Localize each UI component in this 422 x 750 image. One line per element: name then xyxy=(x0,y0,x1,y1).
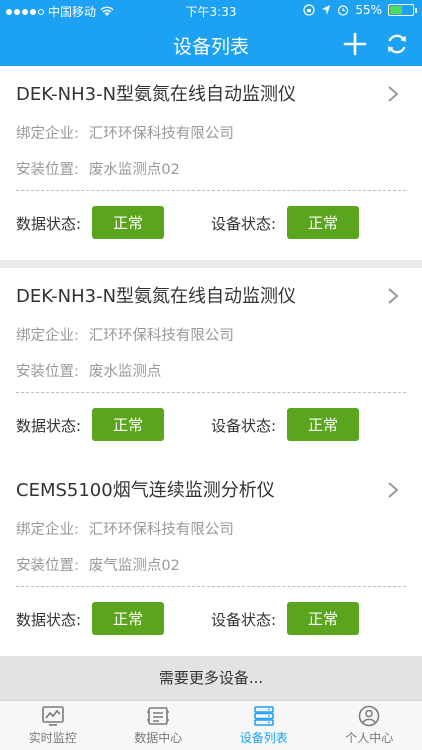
device-status-label: 设备状态: xyxy=(211,417,277,435)
divider xyxy=(16,586,406,587)
tab-label: 数据中心 xyxy=(134,731,183,745)
more-devices-button[interactable]: 需要更多设备... xyxy=(0,656,422,700)
data-status-label: 数据状态: xyxy=(16,215,82,233)
location-row: 安装位置: 废气监测点02 xyxy=(16,554,180,575)
divider xyxy=(16,392,406,393)
location-label: 安装位置: xyxy=(16,558,79,574)
app-header: 中国移动 下午3:33 55% 设备列表 xyxy=(0,0,422,66)
status-bar: 中国移动 下午3:33 55% xyxy=(0,0,422,22)
battery-icon xyxy=(388,4,417,16)
tab-label: 实时监控 xyxy=(28,731,77,745)
battery-percent: 55% xyxy=(355,3,382,17)
company-value: 汇环环保科技有限公司 xyxy=(88,328,234,344)
company-row: 绑定企业: 汇环环保科技有限公司 xyxy=(16,518,234,539)
tab-data-center[interactable]: 数据中心 xyxy=(106,701,212,750)
data-center-icon xyxy=(147,707,170,725)
device-status-badge: 正常 xyxy=(287,408,359,441)
company-label: 绑定企业: xyxy=(16,328,79,344)
divider xyxy=(16,190,406,191)
alarm-icon xyxy=(338,5,349,16)
location-icon xyxy=(322,5,331,15)
company-value: 汇环环保科技有限公司 xyxy=(88,522,234,538)
device-status-badge: 正常 xyxy=(287,602,359,635)
company-value: 汇环环保科技有限公司 xyxy=(88,126,234,142)
device-card[interactable]: DEK-NH3-N型氨氮在线自动监测仪 绑定企业: 汇环环保科技有限公司 安装位置… xyxy=(0,268,422,462)
tab-device-list[interactable]: 设备列表 xyxy=(211,701,317,750)
tab-realtime-monitor[interactable]: 实时监控 xyxy=(0,701,106,750)
location-value: 废水监测点02 xyxy=(88,162,180,178)
tab-personal-center[interactable]: 个人中心 xyxy=(317,701,422,750)
data-status-badge: 正常 xyxy=(92,602,164,635)
location-label: 安装位置: xyxy=(16,162,79,178)
device-status-label: 设备状态: xyxy=(211,215,277,233)
company-row: 绑定企业: 汇环环保科技有限公司 xyxy=(16,324,234,345)
device-name: CEMS5100烟气连续监测分析仪 xyxy=(16,480,275,501)
data-status-label: 数据状态: xyxy=(16,611,82,629)
company-row: 绑定企业: 汇环环保科技有限公司 xyxy=(16,122,234,143)
device-name: DEK-NH3-N型氨氮在线自动监测仪 xyxy=(16,84,297,105)
device-status-badge: 正常 xyxy=(287,206,359,239)
tab-label: 设备列表 xyxy=(239,731,288,745)
rotation-lock-icon xyxy=(303,4,315,16)
data-status-label: 数据状态: xyxy=(16,417,82,435)
tab-label: 个人中心 xyxy=(345,731,394,745)
location-row: 安装位置: 废水监测点 xyxy=(16,360,161,381)
location-value: 废水监测点 xyxy=(88,364,162,380)
nav-bar: 设备列表 xyxy=(0,22,422,66)
company-label: 绑定企业: xyxy=(16,522,79,538)
refresh-icon[interactable] xyxy=(384,31,410,57)
company-label: 绑定企业: xyxy=(16,126,79,142)
data-status-badge: 正常 xyxy=(92,206,164,239)
chevron-right-icon[interactable] xyxy=(386,286,400,306)
user-icon xyxy=(358,705,380,727)
device-name: DEK-NH3-N型氨氮在线自动监测仪 xyxy=(16,286,297,307)
tab-bar: 实时监控 数据中心 设备列表 个人中心 xyxy=(0,700,422,750)
monitor-chart-icon xyxy=(41,706,64,726)
location-value: 废气监测点02 xyxy=(88,558,180,574)
location-label: 安装位置: xyxy=(16,364,79,380)
add-icon[interactable] xyxy=(342,31,368,57)
device-card[interactable]: CEMS5100烟气连续监测分析仪 绑定企业: 汇环环保科技有限公司 安装位置: 废… xyxy=(0,462,422,656)
location-row: 安装位置: 废水监测点02 xyxy=(16,158,180,179)
chevron-right-icon[interactable] xyxy=(386,84,400,104)
server-list-icon xyxy=(253,706,274,726)
device-status-label: 设备状态: xyxy=(211,611,277,629)
chevron-right-icon[interactable] xyxy=(386,480,400,500)
device-card[interactable]: DEK-NH3-N型氨氮在线自动监测仪 绑定企业: 汇环环保科技有限公司 安装位置… xyxy=(0,66,422,260)
data-status-badge: 正常 xyxy=(92,408,164,441)
